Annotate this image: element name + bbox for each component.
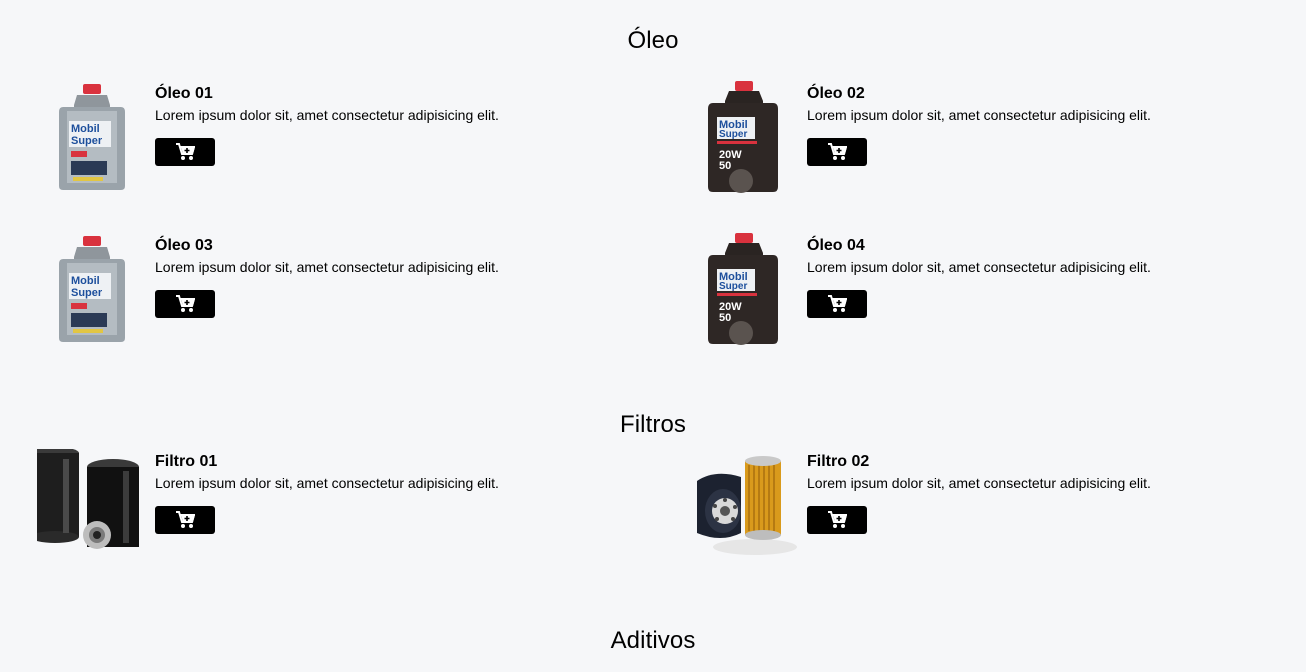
section-title-filtros: Filtros [619, 411, 687, 438]
product-name: Filtro 01 [155, 453, 218, 470]
cart-plus-icon [176, 143, 195, 160]
product-name: Óleo 03 [155, 237, 213, 254]
product-card: Filtro 02 Lorem ipsum dolor sit, amet co… [689, 449, 1151, 561]
product-card: Mobil Super 20W 50 Óleo 02 Lorem ipsum d… [689, 81, 1151, 193]
product-card: Mobil Super Óleo 03 Lorem ipsum dolor si… [37, 233, 499, 345]
product-name: Filtro 02 [807, 453, 870, 470]
svg-text:Super: Super [719, 281, 747, 292]
product-name: Óleo 04 [807, 237, 865, 254]
add-to-cart-button[interactable] [155, 290, 215, 318]
svg-text:50: 50 [719, 312, 731, 324]
product-card: Filtro 01 Lorem ipsum dolor sit, amet co… [31, 447, 499, 561]
product-card: Mobil Super Óleo 01 Lorem ipsum dolor si… [37, 81, 499, 193]
section-title-oleo: Óleo [627, 27, 679, 54]
product-description: Lorem ipsum dolor sit, amet consectetur … [155, 475, 499, 491]
add-to-cart-button[interactable] [155, 138, 215, 166]
add-to-cart-button[interactable] [807, 506, 867, 534]
product-card: Mobil Super 20W 50 Óleo 04 Lorem ipsum d… [689, 233, 1151, 345]
oil-bottle-gray-icon: Mobil Super [37, 233, 149, 345]
svg-text:Super: Super [719, 129, 747, 140]
cart-plus-icon [828, 295, 847, 312]
svg-text:50: 50 [719, 160, 731, 172]
svg-text:Mobil: Mobil [71, 275, 100, 287]
svg-text:Super: Super [71, 135, 103, 147]
cart-plus-icon [176, 511, 195, 528]
product-description: Lorem ipsum dolor sit, amet consectetur … [807, 475, 1151, 491]
oil-filter-yellow-icon [689, 449, 801, 561]
svg-text:Super: Super [71, 287, 103, 299]
product-name: Óleo 02 [807, 85, 865, 102]
product-description: Lorem ipsum dolor sit, amet consectetur … [807, 259, 1151, 275]
oil-bottle-black-icon: Mobil Super 20W 50 [689, 233, 801, 345]
product-name: Óleo 01 [155, 85, 213, 102]
product-description: Lorem ipsum dolor sit, amet consectetur … [807, 107, 1151, 123]
product-description: Lorem ipsum dolor sit, amet consectetur … [155, 259, 499, 275]
oil-bottle-gray-icon: Mobil Super [37, 81, 149, 193]
section-title-aditivos: Aditivos [610, 627, 696, 654]
add-to-cart-button[interactable] [807, 138, 867, 166]
cart-plus-icon [828, 143, 847, 160]
add-to-cart-button[interactable] [807, 290, 867, 318]
oil-filter-black-icon [31, 447, 149, 561]
add-to-cart-button[interactable] [155, 506, 215, 534]
svg-text:Mobil: Mobil [71, 123, 100, 135]
cart-plus-icon [176, 295, 195, 312]
oil-bottle-black-icon: Mobil Super 20W 50 [689, 81, 801, 193]
cart-plus-icon [828, 511, 847, 528]
product-description: Lorem ipsum dolor sit, amet consectetur … [155, 107, 499, 123]
